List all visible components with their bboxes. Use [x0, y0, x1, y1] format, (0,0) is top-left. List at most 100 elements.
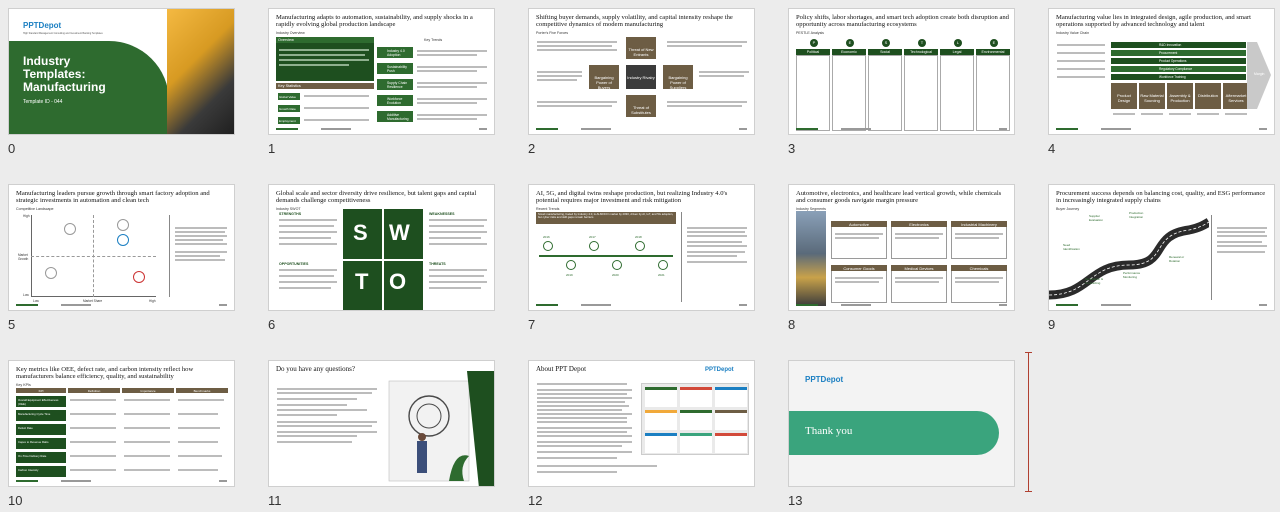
y-axis-low: Low	[23, 293, 29, 297]
slide-subheader: Industry Value Chain	[1056, 31, 1090, 35]
slide-thumbnail-7[interactable]: AI, 5G, and digital twins reshape produc…	[528, 184, 762, 332]
pestle-col: L Legal	[940, 39, 974, 131]
force-label: Threat of New Entrants	[628, 47, 654, 57]
slide-thumbnail-12[interactable]: About PPT Depot PPTDepot 12	[528, 360, 762, 508]
slide-title: Shifting buyer demands, supply volatilit…	[536, 14, 733, 29]
trend-label: Workforce Evolution	[387, 97, 403, 105]
slide-thumbnail-10[interactable]: Key metrics like OEE, defect rate, and c…	[8, 360, 242, 508]
segment-label: Consumer Goods	[843, 266, 875, 271]
brand-tagline: High Standard Management Consulting and …	[23, 32, 103, 35]
brand-logo: PPTDepot	[805, 375, 844, 384]
pestle-letter: L	[954, 39, 962, 47]
swot-section-label: THREATS	[429, 262, 446, 266]
segment-label: Medical Devices	[904, 266, 934, 271]
journey-step: Need Identification	[1063, 243, 1080, 251]
primary-activity: Product Design	[1117, 93, 1131, 103]
trend-label: Industry 4.0 Adoption	[387, 49, 405, 57]
primary-activity: Raw Material Sourcing	[1140, 93, 1164, 103]
x-axis-label: Market Share	[83, 299, 103, 303]
slide-number: 5	[8, 317, 16, 332]
trend-label: Additive Manufacturing	[387, 113, 409, 121]
slide-subheader: PESTLE Analysis	[796, 31, 824, 35]
slide-thumbnail-2[interactable]: Shifting buyer demands, supply volatilit…	[528, 8, 762, 156]
swot-letter: O	[389, 269, 407, 294]
stats-header: Key Statistics	[278, 84, 301, 88]
slide-subheader: Industry SWOT	[276, 207, 301, 211]
kpi-name: Capex to Revenue Ratio	[18, 440, 49, 444]
primary-activity: Distribution	[1197, 93, 1218, 98]
stat-label: Growth Rate	[279, 107, 296, 111]
support-activity: Workforce Training	[1159, 75, 1186, 79]
slide-subheader: Competitive Landscape	[16, 207, 54, 211]
slide-thumbnail-0[interactable]: PPTDepot High Standard Management Consul…	[8, 8, 242, 156]
timeline-year: 2017	[589, 235, 596, 239]
journey-step: Supplier Evaluation	[1089, 214, 1104, 222]
y-axis-label: Market Growth	[18, 253, 29, 261]
slide-number: 2	[528, 141, 536, 156]
slide-sorter-grid: PPTDepot High Standard Management Consul…	[0, 0, 1280, 512]
pestle-letter: P	[810, 39, 818, 47]
slide-thumbnail-6[interactable]: Global scale and sector diversity drive …	[268, 184, 502, 332]
company-logo-bubble	[45, 267, 57, 279]
slide-title: Key metrics like OEE, defect rate, and c…	[16, 366, 194, 381]
x-axis-high: High	[149, 299, 156, 303]
slide-thumbnail-8[interactable]: Automotive, electronics, and healthcare …	[788, 184, 1022, 332]
company-logo-bubble	[133, 271, 145, 283]
pestle-col: E Economic	[832, 39, 866, 131]
slide-thumbnail-4[interactable]: Manufacturing value lies in integrated d…	[1048, 8, 1280, 156]
title-line-3: Manufacturing	[23, 80, 106, 94]
slide-number: 10	[8, 493, 23, 508]
kpi-column-header: Benchmarks	[193, 388, 211, 393]
slide-number: 13	[788, 493, 803, 508]
slide-title: Manufacturing value lies in integrated d…	[1056, 14, 1252, 29]
company-logo-bubble	[64, 223, 76, 235]
slide-thumbnail-13[interactable]: PPTDepot Thank you 13	[788, 360, 1022, 508]
force-label: Bargaining Power of Suppliers	[668, 75, 688, 90]
thanks-text: Thank you	[805, 425, 853, 437]
slide-number: 8	[788, 317, 796, 332]
pestle-col: E Environmental	[976, 39, 1010, 131]
journey-step: Negotiation & Contracting	[1085, 277, 1104, 285]
trend-label: Supply Chain Resilience	[387, 81, 408, 89]
kpi-column-header: Definition	[87, 388, 101, 393]
segment-label: Industrial Machinery	[961, 222, 997, 227]
slide-thumbnail-9[interactable]: Procurement success depends on balancing…	[1048, 184, 1280, 332]
slide-thumbnail-3[interactable]: Policy shifts, labor shortages, and smar…	[788, 8, 1022, 156]
trend-label: Sustainability Push	[387, 65, 407, 73]
journey-step: Production Integration	[1129, 211, 1144, 219]
swot-section-label: WEAKNESSES	[429, 212, 455, 216]
timeline-year: 2019	[566, 273, 573, 277]
timeline-year: 2021	[658, 273, 665, 277]
insertion-marker	[1025, 352, 1032, 492]
pestle-letter: E	[846, 39, 854, 47]
brand-logo: PPTDepot	[705, 367, 734, 373]
swot-letter: S	[353, 220, 368, 245]
timeline-year: 2016	[543, 235, 550, 239]
slide-title: Manufacturing adapts to automation, sust…	[276, 14, 473, 29]
slide-number: 3	[788, 141, 796, 156]
pestle-letter: T	[918, 39, 926, 47]
slide-title: Global scale and sector diversity drive …	[276, 190, 477, 205]
kpi-name: Manufacturing Cycle Time	[18, 412, 51, 416]
slide-thumbnail-1[interactable]: Manufacturing adapts to automation, sust…	[268, 8, 502, 156]
kpi-column-header: KPI	[38, 388, 44, 393]
kpi-name: Overall Equipment Effectiveness (OEE)	[18, 398, 59, 406]
swot-letter: W	[389, 220, 410, 245]
support-activity: R&D Innovation	[1159, 43, 1182, 47]
slide-thumbnail-11[interactable]: Do you have any questions? 11	[268, 360, 502, 508]
force-label: Threat of Substitutes	[631, 105, 651, 115]
slide-title: Automotive, electronics, and healthcare …	[796, 190, 1002, 205]
robot-arm-image	[167, 9, 234, 134]
slide-number: 6	[268, 317, 276, 332]
slide-title: Procurement success depends on balancing…	[1056, 190, 1266, 205]
journey-step: Performance Monitoring	[1123, 271, 1141, 279]
slide-title: AI, 5G, and digital twins reshape produc…	[536, 190, 728, 205]
x-axis-low: Low	[33, 299, 39, 303]
force-label: Bargaining Power of Buyers	[594, 75, 614, 90]
kpi-name: Defect Rate	[18, 426, 33, 430]
template-collage	[641, 383, 749, 455]
slide-thumbnail-5[interactable]: Manufacturing leaders pursue growth thro…	[8, 184, 242, 332]
slide-number: 12	[528, 493, 543, 508]
slide-number: 9	[1048, 317, 1056, 332]
company-logo-bubble	[117, 219, 129, 231]
